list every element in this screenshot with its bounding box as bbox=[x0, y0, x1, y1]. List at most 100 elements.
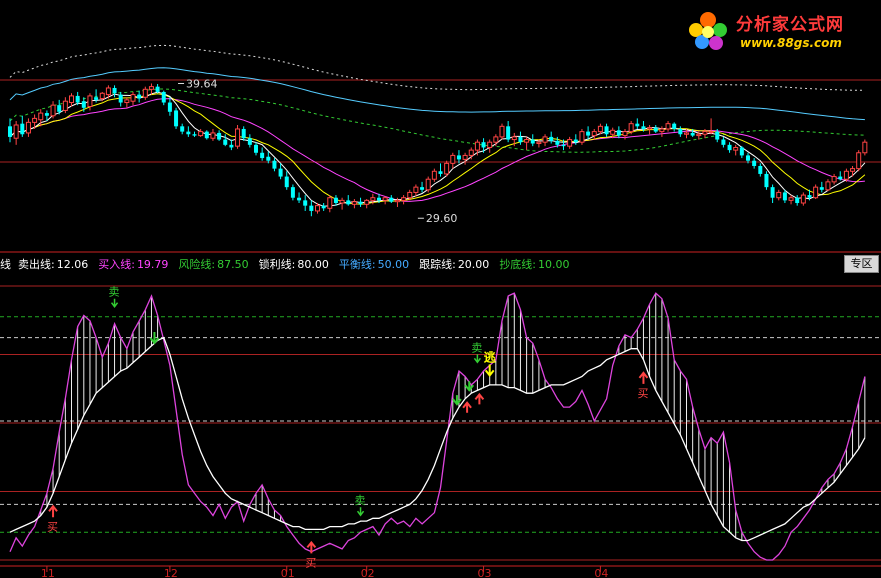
candle-body bbox=[20, 123, 25, 135]
candle-body bbox=[327, 197, 333, 209]
candle-body bbox=[339, 199, 345, 204]
candle-body bbox=[487, 141, 493, 148]
candle-body bbox=[142, 88, 148, 98]
candle-body bbox=[382, 197, 388, 201]
sell-arrow-icon bbox=[356, 507, 365, 517]
candle-body bbox=[536, 141, 542, 145]
candle-body bbox=[223, 139, 228, 145]
sell-line bbox=[9, 336, 866, 542]
candle-body bbox=[678, 128, 683, 135]
cross-down-arrow-icon bbox=[464, 381, 475, 392]
candle-body bbox=[210, 132, 216, 139]
candle-body bbox=[856, 152, 862, 170]
candle-body bbox=[715, 131, 720, 140]
candle-body bbox=[401, 197, 407, 201]
candle-body bbox=[75, 95, 80, 103]
candle-body bbox=[561, 144, 566, 147]
candle-body bbox=[57, 105, 62, 112]
candle-body bbox=[549, 136, 554, 141]
legend-value: 12.06 bbox=[56, 258, 89, 271]
price-annotation: 29.60 bbox=[426, 212, 458, 225]
x-tick-label: 12 bbox=[164, 567, 178, 578]
candle-body bbox=[155, 86, 160, 92]
candle-body bbox=[850, 168, 856, 172]
legend-label: 锁利线: bbox=[258, 258, 296, 271]
candle-body bbox=[721, 139, 726, 145]
candle-body bbox=[284, 176, 289, 188]
candle-body bbox=[807, 195, 812, 198]
x-tick-label: 11 bbox=[41, 567, 55, 578]
candle-body bbox=[524, 139, 530, 143]
candle-body bbox=[38, 112, 44, 121]
candle-body bbox=[254, 144, 258, 153]
candle-body bbox=[770, 187, 775, 198]
buy-signal-label: 买 bbox=[637, 387, 648, 400]
candle-body bbox=[167, 102, 172, 112]
stock-chart: 39.6429.60卖卖卖买买买逃11 12 01 02 03 04 bbox=[0, 44, 881, 578]
candle-body bbox=[50, 104, 56, 117]
candle-body bbox=[511, 136, 517, 141]
candle-body bbox=[407, 191, 413, 199]
zone-button[interactable]: 专区 bbox=[844, 255, 879, 273]
legend-label: 抄底线: bbox=[499, 258, 537, 271]
candle-body bbox=[217, 132, 222, 140]
candle-body bbox=[25, 121, 31, 134]
candle-body bbox=[69, 95, 74, 104]
legend-label: 跟踪线: bbox=[419, 258, 456, 271]
candle-body bbox=[641, 126, 646, 129]
candle-body bbox=[346, 200, 351, 205]
candle-body bbox=[112, 87, 117, 94]
candle-body bbox=[186, 131, 191, 135]
candle-body bbox=[635, 123, 640, 127]
candle-body bbox=[438, 171, 443, 174]
candle-body bbox=[647, 127, 653, 130]
candle-body bbox=[413, 186, 419, 193]
cross-up-arrow-icon bbox=[462, 401, 472, 413]
candle-body bbox=[235, 128, 241, 147]
legend-value: 80.00 bbox=[297, 258, 329, 271]
candle-body bbox=[733, 146, 739, 151]
legend-label: 线 bbox=[0, 258, 11, 271]
candle-body bbox=[555, 140, 560, 145]
candle-body bbox=[247, 138, 252, 145]
candle-body bbox=[782, 192, 787, 201]
candle-body bbox=[321, 205, 326, 209]
buy-signal-label: 买 bbox=[47, 520, 58, 533]
candle-body bbox=[303, 200, 308, 206]
candle-body bbox=[174, 110, 179, 127]
candle-body bbox=[124, 99, 130, 104]
candle-body bbox=[462, 154, 468, 160]
candle-body bbox=[389, 197, 394, 202]
candle-body bbox=[831, 176, 837, 183]
buy-arrow-icon bbox=[638, 371, 649, 384]
candle-body bbox=[351, 201, 357, 205]
candle-body bbox=[130, 94, 136, 102]
candle-body bbox=[573, 139, 578, 143]
legend-value: 20.00 bbox=[457, 258, 490, 271]
candle-body bbox=[394, 199, 400, 203]
legend-value: 10.00 bbox=[538, 258, 570, 271]
candle-body bbox=[420, 187, 425, 190]
watermark-title: 分析家公式网 bbox=[736, 15, 844, 35]
legend-label: 买入线: bbox=[98, 258, 135, 271]
buy-line bbox=[9, 292, 866, 561]
legend-item: 风险线: 87.50 bbox=[178, 258, 253, 271]
legend-value: 87.50 bbox=[217, 258, 249, 271]
candle-body bbox=[13, 124, 19, 139]
legend-label: 卖出线: bbox=[18, 258, 55, 271]
candle-body bbox=[87, 95, 93, 107]
legend-value: 50.00 bbox=[377, 258, 410, 271]
ma120-line bbox=[9, 67, 865, 121]
candle-body bbox=[690, 132, 695, 136]
candle-body bbox=[358, 201, 363, 205]
candle-body bbox=[148, 86, 154, 90]
candle-body bbox=[137, 94, 142, 99]
candle-body bbox=[586, 131, 591, 136]
candle-body bbox=[758, 165, 763, 174]
legend-item: 跟踪线: 20.00 bbox=[419, 258, 494, 271]
sell-signal-label: 卖 bbox=[109, 286, 120, 299]
candle-body bbox=[192, 134, 197, 136]
legend-item: 卖出线: 12.06 bbox=[18, 258, 93, 271]
candle-body bbox=[518, 136, 523, 143]
candle-body bbox=[474, 141, 480, 151]
